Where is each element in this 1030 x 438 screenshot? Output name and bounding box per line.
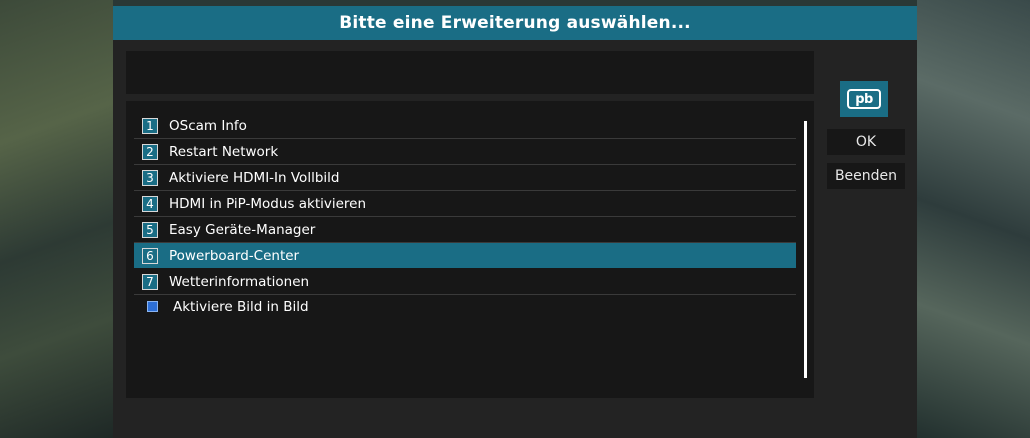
powerboard-logo-button[interactable]: pb	[840, 81, 888, 117]
title-bar: Bitte eine Erweiterung auswählen...	[113, 6, 917, 40]
list-item[interactable]: 7 Wetterinformationen	[134, 269, 796, 295]
pb-logo-icon: pb	[847, 89, 881, 109]
square-bullet-icon	[147, 301, 158, 312]
exit-button[interactable]: Beenden	[827, 163, 905, 189]
list-item-label: Aktiviere HDMI-In Vollbild	[169, 169, 340, 186]
list-item[interactable]: 1 OScam Info	[134, 113, 796, 139]
list-item[interactable]: 3 Aktiviere HDMI-In Vollbild	[134, 165, 796, 191]
number-key-icon: 3	[142, 169, 158, 186]
number-key-icon: 6	[142, 247, 158, 264]
list-item-label: Aktiviere Bild in Bild	[173, 298, 309, 315]
number-key-icon: 5	[142, 221, 158, 238]
background-left	[0, 0, 113, 438]
description-field	[126, 51, 814, 94]
list-item-label: HDMI in PiP-Modus aktivieren	[169, 195, 367, 212]
number-key-icon: 1	[142, 117, 158, 134]
list-item-selected[interactable]: 6 Powerboard-Center	[134, 243, 796, 268]
ok-button[interactable]: OK	[827, 129, 905, 155]
list-item-label: Restart Network	[169, 143, 279, 160]
list-item-label: Powerboard-Center	[169, 247, 300, 264]
list-item[interactable]: 4 HDMI in PiP-Modus aktivieren	[134, 191, 796, 217]
extension-dialog: Bitte eine Erweiterung auswählen... 1 OS…	[113, 6, 917, 438]
list-item[interactable]: Aktiviere Bild in Bild	[134, 294, 796, 319]
number-key-icon: 2	[142, 143, 158, 160]
list-item[interactable]: 2 Restart Network	[134, 139, 796, 165]
list-item-label: OScam Info	[169, 117, 247, 134]
extension-list[interactable]: 1 OScam Info 2 Restart Network 3 Aktivie…	[126, 101, 814, 398]
background-right	[917, 0, 1030, 438]
list-item-label: Easy Geräte-Manager	[169, 221, 316, 238]
dialog-title: Bitte eine Erweiterung auswählen...	[339, 13, 691, 33]
scrollbar[interactable]	[804, 121, 807, 378]
list-item[interactable]: 5 Easy Geräte-Manager	[134, 217, 796, 243]
number-key-icon: 7	[142, 273, 158, 290]
number-key-icon: 4	[142, 195, 158, 212]
list-item-label: Wetterinformationen	[169, 273, 310, 290]
